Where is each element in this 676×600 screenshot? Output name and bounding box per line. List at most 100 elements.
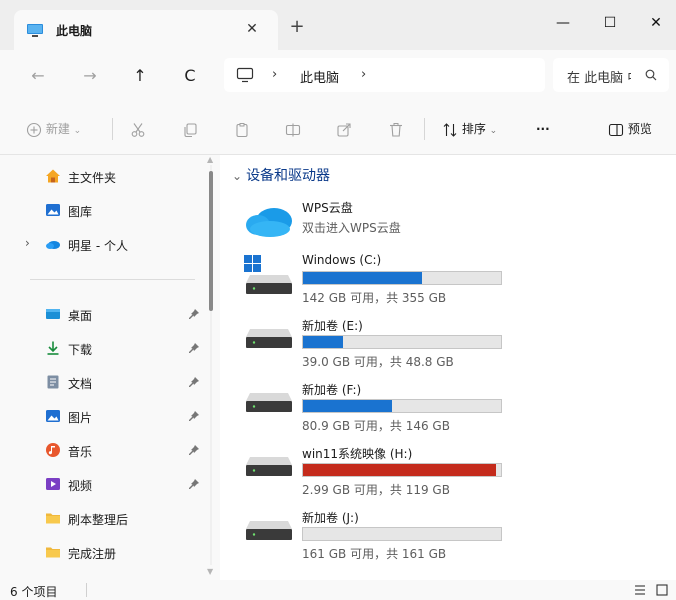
video-icon — [45, 476, 61, 492]
close-window-button[interactable]: ✕ — [636, 8, 676, 38]
sidebar-item-label: 音乐 — [68, 445, 93, 459]
clipboard-icon — [236, 122, 248, 137]
sort-button[interactable]: 排序 ⌄ — [442, 118, 497, 140]
sidebar-item-label: 桌面 — [68, 309, 93, 323]
windows-drive-icon — [244, 253, 294, 303]
sidebar-item-label: 完成注册 — [68, 547, 117, 561]
computer-icon — [26, 23, 44, 42]
sidebar-item-gallery[interactable]: 图库 — [0, 195, 208, 225]
status-separator — [86, 583, 87, 597]
pin-icon[interactable] — [188, 444, 200, 459]
drive-item[interactable]: 新加卷 (J:) 161 GB 可用，共 161 GB — [244, 509, 674, 569]
minimize-button[interactable]: — — [543, 8, 583, 38]
rename-button[interactable] — [285, 118, 301, 140]
sidebar-item-label: 图片 — [68, 411, 93, 425]
cut-button[interactable] — [130, 118, 146, 140]
item-count: 6 个项目 — [10, 585, 58, 599]
sidebar-item-label: 刷本整理后 — [68, 513, 129, 527]
plus-circle-icon — [26, 122, 42, 137]
pin-icon[interactable] — [188, 478, 200, 493]
sidebar-item-home[interactable]: 主文件夹 — [0, 161, 208, 191]
tab-this-pc[interactable]: 此电脑 ✕ — [14, 10, 278, 50]
new-tab-button[interactable]: + — [287, 18, 307, 36]
command-bar: 新建 ⌄ 排序 ⌄ ··· 预览 — [0, 102, 676, 155]
breadcrumb-separator[interactable]: › — [272, 67, 277, 82]
drive-name: Windows (C:) — [302, 253, 382, 267]
pictures-icon — [45, 408, 61, 424]
monitor-icon — [236, 67, 254, 86]
drive-item[interactable]: win11系统映像 (H:) 2.99 GB 可用，共 119 GB — [244, 445, 674, 505]
chevron-down-icon: ⌄ — [232, 169, 243, 183]
drive-usage-bar — [302, 527, 502, 541]
drive-usage-bar — [302, 463, 502, 477]
drive-item[interactable]: Windows (C:) 142 GB 可用，共 355 GB — [244, 253, 674, 313]
copy-icon — [184, 122, 197, 137]
scrollbar-thumb[interactable] — [209, 171, 213, 311]
navigation-bar: ← → ↑ C › 此电脑 › 在 此电脑 中搜索 — [0, 50, 676, 102]
wps-cloud-item[interactable]: WPS云盘 双击进入WPS云盘 — [244, 199, 674, 259]
drive-item[interactable]: 新加卷 (E:) 39.0 GB 可用，共 48.8 GB — [244, 317, 674, 377]
sidebar-item-label: 明星 - 个人 — [68, 239, 128, 253]
file-explorer-window: 此电脑 ✕ + — ☐ ✕ ← → ↑ C › 此电脑 › 在 此电脑 中搜索 — [0, 0, 676, 600]
drive-usage-fill — [303, 464, 497, 476]
group-header[interactable]: ⌄ 设备和驱动器 — [232, 165, 330, 185]
sidebar-item-onedrive[interactable]: › 明星 - 个人 — [0, 229, 208, 259]
status-bar: 6 个项目 — [0, 580, 676, 600]
search-icon[interactable] — [645, 69, 657, 84]
back-button[interactable]: ← — [26, 64, 50, 88]
preview-button[interactable]: 预览 — [608, 118, 652, 140]
drive-usage-fill — [303, 272, 422, 284]
sidebar-divider — [30, 279, 195, 280]
copy-button[interactable] — [182, 118, 198, 140]
address-bar[interactable]: › 此电脑 › — [224, 58, 545, 92]
sidebar-item-folder[interactable]: 完成注册 — [0, 537, 208, 567]
maximize-button[interactable]: ☐ — [590, 8, 630, 38]
desktop-icon — [45, 306, 61, 322]
chevron-right-icon[interactable]: › — [25, 236, 30, 250]
drive-item[interactable]: 新加卷 (F:) 80.9 GB 可用，共 146 GB — [244, 381, 674, 441]
sidebar-item-pictures[interactable]: 图片 — [0, 401, 208, 431]
drive-free-space: 2.99 GB 可用，共 119 GB — [302, 483, 450, 497]
download-icon — [45, 340, 61, 356]
paste-button[interactable] — [234, 118, 250, 140]
refresh-button[interactable]: C — [178, 64, 202, 88]
folder-icon — [45, 510, 61, 526]
scroll-up-arrow-icon[interactable]: ▲ — [207, 155, 213, 164]
scroll-down-arrow-icon[interactable]: ▼ — [207, 567, 213, 576]
sidebar-item-documents[interactable]: 文档 — [0, 367, 208, 397]
new-label: 新建 — [45, 122, 70, 136]
new-button[interactable]: 新建 ⌄ — [26, 118, 81, 140]
pin-icon[interactable] — [188, 376, 200, 391]
forward-button[interactable]: → — [78, 64, 102, 88]
sort-icon — [443, 122, 457, 137]
more-options-button[interactable]: ··· — [536, 118, 550, 140]
details-view-icon[interactable] — [633, 583, 647, 600]
sidebar-item-folder[interactable]: 刷本整理后 — [0, 503, 208, 533]
breadcrumb-separator-end[interactable]: › — [361, 67, 366, 82]
hard-drive-icon — [244, 509, 294, 559]
up-button[interactable]: ↑ — [128, 64, 152, 88]
breadcrumb-this-pc[interactable]: 此电脑 — [300, 67, 339, 86]
delete-button[interactable] — [388, 118, 404, 140]
search-box[interactable]: 在 此电脑 中搜索 — [553, 58, 669, 92]
drive-name: win11系统映像 (H:) — [302, 447, 413, 461]
preview-pane-icon — [608, 123, 624, 136]
title-bar: 此电脑 ✕ + — ☐ ✕ — [0, 0, 676, 50]
music-icon — [45, 442, 61, 458]
tiles-view-icon[interactable] — [655, 583, 669, 600]
sidebar-item-music[interactable]: 音乐 — [0, 435, 208, 465]
sidebar-item-downloads[interactable]: 下载 — [0, 333, 208, 363]
drive-usage-bar — [302, 271, 502, 285]
sidebar-scrollbar[interactable]: ▲ ▼ — [206, 155, 216, 580]
pin-icon[interactable] — [188, 342, 200, 357]
sidebar-item-desktop[interactable]: 桌面 — [0, 299, 208, 329]
document-icon — [45, 374, 61, 390]
pin-icon[interactable] — [188, 410, 200, 425]
sidebar-item-videos[interactable]: 视频 — [0, 469, 208, 499]
command-separator — [424, 118, 425, 140]
share-button[interactable] — [336, 118, 352, 140]
tab-close-button[interactable]: ✕ — [242, 21, 262, 37]
pin-icon[interactable] — [188, 308, 200, 323]
trash-icon — [390, 122, 402, 137]
sidebar-item-label: 文档 — [68, 377, 93, 391]
